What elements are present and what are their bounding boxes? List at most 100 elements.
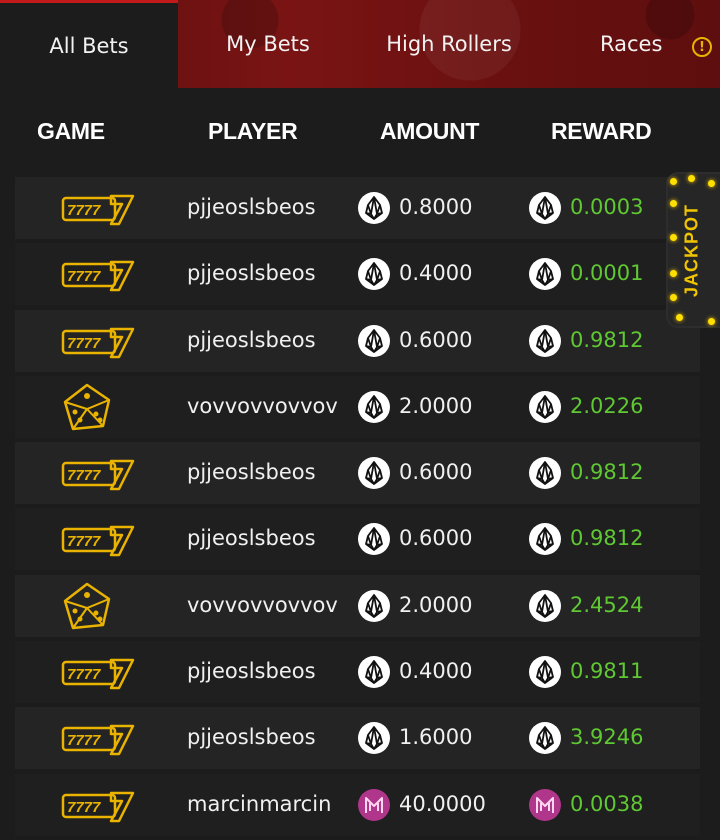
slots-icon: 7777 [61,789,135,823]
player-name[interactable]: pjjeoslsbeos [187,725,316,749]
eos-token-icon [358,324,390,357]
eos-token-icon [358,589,390,622]
jackpot-light [670,270,677,277]
bet-reward: 3.9246 [570,725,644,750]
player-name[interactable]: marcinmarcin [187,792,331,816]
tab-high-rollers[interactable]: High Rollers [358,0,540,88]
column-header-amount: AMOUNT [380,118,480,144]
jackpot-light [670,178,677,185]
jackpot-light [670,200,677,207]
jackpot-light [676,314,683,321]
bet-amount: 0.4000 [399,261,473,286]
table-row[interactable]: 7777 marcinmarcin 40.0000 0.0038 [15,773,700,836]
bet-reward: 0.9812 [570,460,644,485]
bet-reward: 0.9811 [570,659,644,684]
dice-icon [61,581,113,633]
svg-text:7777: 7777 [67,732,101,749]
eos-token-icon [358,722,390,755]
info-icon[interactable]: ! [692,37,712,57]
slots-icon: 7777 [61,258,135,292]
table-row[interactable]: 7777 pjjeoslsbeos 0.8000 0.0003 [15,177,700,239]
eos-token-icon [358,258,390,291]
svg-text:7777: 7777 [67,666,101,683]
bets-table: 7777 pjjeoslsbeos 0.8000 0.0003 7777 pjjeosls… [15,177,700,840]
svg-text:7777: 7777 [67,799,101,816]
bet-reward: 0.9812 [570,327,644,352]
player-name[interactable]: pjjeoslsbeos [187,526,316,550]
player-name[interactable]: pjjeoslsbeos [187,261,316,285]
jackpot-light [688,175,695,182]
eos-token-icon [358,523,390,556]
player-name[interactable]: pjjeoslsbeos [187,460,316,484]
eos-token-icon [358,192,390,224]
table-row[interactable]: vovvovvovvov 2.0000 2.0226 [15,375,700,438]
table-row[interactable]: 7777 pjjeoslsbeos 0.4000 0.9811 [15,641,700,704]
eos-token-icon [358,390,390,423]
eos-token-icon [529,457,561,490]
player-name[interactable]: pjjeoslsbeos [187,659,316,683]
tab-all-bets[interactable]: All Bets [0,0,178,88]
bet-reward: 0.9812 [570,526,644,551]
bet-reward: 0.0003 [570,195,644,219]
slots-icon: 7777 [61,656,135,690]
eos-token-icon [358,656,390,689]
tab-my-bets[interactable]: My Bets [178,0,358,88]
bet-amount: 0.6000 [399,526,473,551]
slots-icon: 7777 [61,192,135,226]
player-name[interactable]: vovvovvovvov [187,593,338,617]
eos-token-icon [529,656,561,689]
svg-text:7777: 7777 [67,533,101,550]
table-row[interactable]: 7777 pjjeoslsbeos 0.6000 0.9812 [15,442,700,505]
jackpot-light [670,294,677,301]
eos-token-icon [358,457,390,490]
bet-reward: 2.4524 [570,592,644,617]
slots-icon: 7777 [61,722,135,756]
table-header: GAME PLAYER AMOUNT REWARD [0,112,720,152]
bet-reward: 0.0038 [570,791,644,816]
column-header-player: PLAYER [208,118,298,144]
jackpot-light [708,318,715,325]
svg-text:7777: 7777 [67,268,101,285]
meetone-token-icon [529,788,561,821]
bet-amount: 1.6000 [399,725,473,750]
bet-amount: 0.8000 [399,195,473,219]
eos-token-icon [529,390,561,423]
eos-token-icon [529,258,561,291]
svg-text:7777: 7777 [67,467,101,484]
bet-amount: 2.0000 [399,592,473,617]
table-row[interactable]: vovvovvovvov 2.0000 2.4524 [15,574,700,637]
meetone-token-icon [358,788,390,821]
player-name[interactable]: vovvovvovvov [187,394,338,418]
bet-amount: 0.6000 [399,327,473,352]
bet-reward: 0.0001 [570,261,644,286]
table-row[interactable]: 7777 pjjeoslsbeos 1.6000 3.9246 [15,707,700,770]
jackpot-light [708,180,715,187]
eos-token-icon [529,523,561,556]
svg-text:7777: 7777 [67,202,101,219]
table-row[interactable]: 7777 pjjeoslsbeos 0.6000 0.9812 [15,508,700,571]
eos-token-icon [529,324,561,357]
table-row[interactable]: 7777 pjjeoslsbeos 0.6000 0.9812 [15,309,700,372]
bet-reward: 2.0226 [570,393,644,418]
eos-token-icon [529,722,561,755]
svg-text:7777: 7777 [67,335,101,352]
jackpot-light [670,234,677,241]
eos-token-icon [529,589,561,622]
tab-races[interactable]: Races ! [540,0,720,88]
player-name[interactable]: pjjeoslsbeos [187,328,316,352]
table-row[interactable]: 7777 pjjeoslsbeos 0.4000 0.0001 [15,243,700,306]
bet-amount: 0.4000 [399,659,473,684]
bet-amount: 0.6000 [399,460,473,485]
dice-icon [61,382,113,434]
column-header-reward: REWARD [551,118,652,144]
bets-tab-bar: All Bets My Bets High Rollers Races ! [0,0,720,88]
bet-amount: 2.0000 [399,393,473,418]
bet-amount: 40.0000 [399,791,486,816]
tab-races-label: Races [600,32,663,56]
eos-token-icon [529,192,561,224]
slots-icon: 7777 [61,523,135,557]
jackpot-button[interactable]: JACKPOT [668,174,720,326]
column-header-game: GAME [37,118,105,144]
slots-icon: 7777 [61,457,135,491]
player-name[interactable]: pjjeoslsbeos [187,195,316,219]
